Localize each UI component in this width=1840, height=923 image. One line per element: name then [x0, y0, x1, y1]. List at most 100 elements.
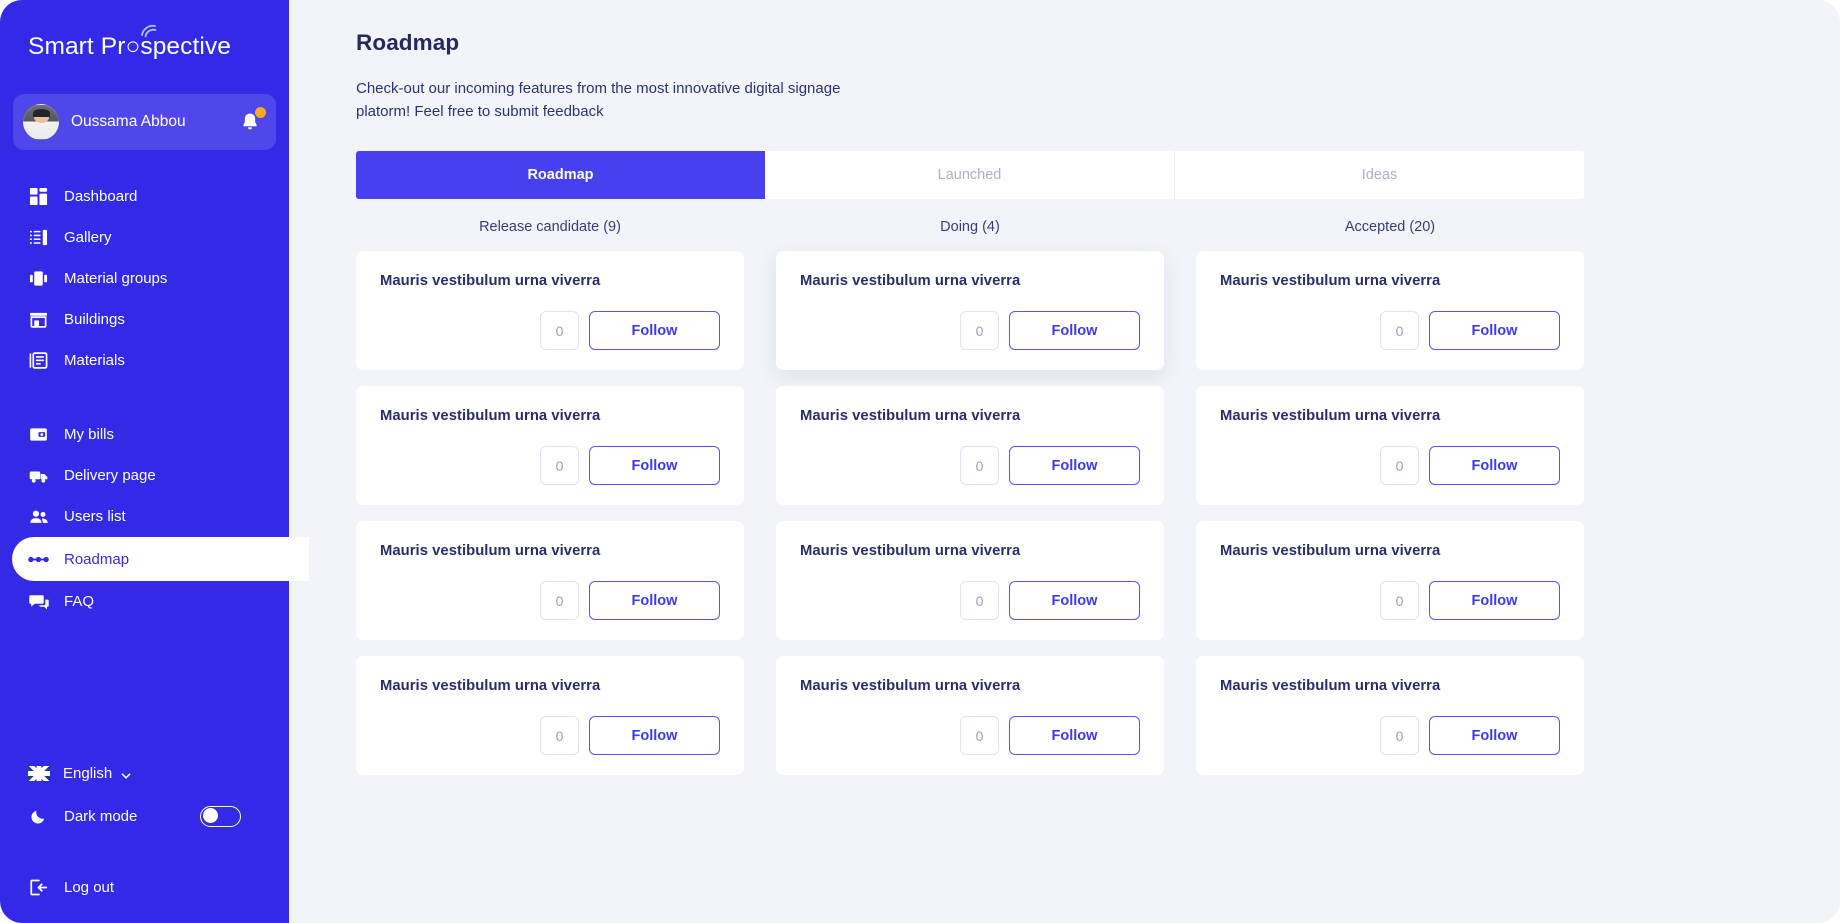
- uk-flag-icon: [28, 765, 50, 781]
- sidebar-item-buildings[interactable]: Buildings: [0, 299, 289, 340]
- roadmap-card[interactable]: Mauris vestibulum urna viverra 0 Follow: [356, 386, 744, 505]
- roadmap-card[interactable]: Mauris vestibulum urna viverra 0 Follow: [1196, 251, 1584, 370]
- main-content: Roadmap Check-out our incoming features …: [289, 0, 1840, 923]
- language-label: English: [63, 764, 113, 782]
- sidebar-item-label: Material groups: [64, 270, 168, 287]
- roadmap-card[interactable]: Mauris vestibulum urna viverra 0 Follow: [776, 656, 1164, 775]
- moon-icon: [28, 806, 49, 827]
- vote-count[interactable]: 0: [1380, 581, 1419, 620]
- sidebar-item-label: Dashboard: [64, 188, 138, 205]
- vote-count[interactable]: 0: [540, 311, 579, 350]
- avatar: [23, 104, 59, 140]
- user-profile-card[interactable]: Oussama Abbou: [13, 94, 276, 150]
- logout-icon: [28, 877, 49, 898]
- vote-count[interactable]: 0: [540, 446, 579, 485]
- follow-button[interactable]: Follow: [589, 716, 720, 755]
- card-title: Mauris vestibulum urna viverra: [380, 543, 601, 559]
- vote-count[interactable]: 0: [1380, 311, 1419, 350]
- roadmap-card[interactable]: Mauris vestibulum urna viverra 0 Follow: [1196, 656, 1584, 775]
- gallery-icon: [28, 227, 49, 248]
- follow-button[interactable]: Follow: [1009, 581, 1140, 620]
- vote-count[interactable]: 0: [540, 581, 579, 620]
- roadmap-card[interactable]: Mauris vestibulum urna viverra 0 Follow: [356, 251, 744, 370]
- card-actions: 0 Follow: [960, 716, 1140, 755]
- app-root: Smart Pr○spective Oussama Abbou Dashboar…: [0, 0, 1840, 923]
- logout-label: Log out: [64, 878, 115, 896]
- brand-logo-text-part1: Smart Pr: [28, 33, 126, 60]
- dark-mode-label: Dark mode: [64, 807, 138, 825]
- sidebar-item-label: Roadmap: [64, 550, 130, 568]
- tab-roadmap[interactable]: Roadmap: [356, 151, 765, 199]
- brand-logo[interactable]: Smart Pr○spective: [0, 0, 289, 78]
- follow-button[interactable]: Follow: [589, 581, 720, 620]
- tab-ideas[interactable]: Ideas: [1175, 151, 1584, 199]
- vote-count[interactable]: 0: [960, 581, 999, 620]
- card-title: Mauris vestibulum urna viverra: [380, 408, 601, 424]
- sidebar-nav: Dashboard Gallery Material groups Buildi…: [0, 176, 309, 622]
- notification-badge: [255, 107, 266, 118]
- language-selector[interactable]: English: [0, 754, 289, 792]
- card-title: Mauris vestibulum urna viverra: [1220, 273, 1441, 289]
- vote-count[interactable]: 0: [1380, 446, 1419, 485]
- sidebar-item-label: Materials: [64, 352, 125, 369]
- card-title: Mauris vestibulum urna viverra: [1220, 678, 1441, 694]
- vote-count[interactable]: 0: [1380, 716, 1419, 755]
- column-heading: Doing (4): [940, 219, 1000, 235]
- sidebar-item-my-bills[interactable]: My bills: [0, 414, 289, 455]
- dashboard-icon: [28, 186, 49, 207]
- vote-count[interactable]: 0: [960, 716, 999, 755]
- sidebar-item-faq[interactable]: FAQ: [0, 581, 289, 622]
- card-actions: 0 Follow: [1380, 446, 1560, 485]
- follow-button[interactable]: Follow: [1429, 446, 1560, 485]
- card-actions: 0 Follow: [540, 716, 720, 755]
- vote-count[interactable]: 0: [960, 311, 999, 350]
- tab-label: Launched: [937, 167, 1002, 183]
- card-actions: 0 Follow: [540, 581, 720, 620]
- vote-count[interactable]: 0: [540, 716, 579, 755]
- sidebar-item-label: My bills: [64, 426, 115, 443]
- roadmap-card[interactable]: Mauris vestibulum urna viverra 0 Follow: [776, 251, 1164, 370]
- roadmap-card[interactable]: Mauris vestibulum urna viverra 0 Follow: [356, 656, 744, 775]
- sidebar-item-dashboard[interactable]: Dashboard: [0, 176, 289, 217]
- column-release-candidate: Release candidate (9) Mauris vestibulum …: [356, 219, 744, 791]
- card-actions: 0 Follow: [960, 581, 1140, 620]
- tab-launched[interactable]: Launched: [765, 151, 1175, 199]
- roadmap-card[interactable]: Mauris vestibulum urna viverra 0 Follow: [776, 521, 1164, 640]
- sidebar-item-delivery-page[interactable]: Delivery page: [0, 455, 289, 496]
- sidebar-item-gallery[interactable]: Gallery: [0, 217, 289, 258]
- card-actions: 0 Follow: [1380, 581, 1560, 620]
- buildings-icon: [28, 309, 49, 330]
- tab-label: Roadmap: [527, 167, 594, 183]
- vote-count[interactable]: 0: [960, 446, 999, 485]
- dark-mode-row: Dark mode: [0, 795, 289, 837]
- profile-name: Oussama Abbou: [71, 113, 186, 130]
- roadmap-card[interactable]: Mauris vestibulum urna viverra 0 Follow: [356, 521, 744, 640]
- follow-button[interactable]: Follow: [1429, 716, 1560, 755]
- logout-button[interactable]: Log out: [0, 867, 289, 907]
- follow-button[interactable]: Follow: [1429, 581, 1560, 620]
- follow-button[interactable]: Follow: [1009, 716, 1140, 755]
- follow-button[interactable]: Follow: [1009, 446, 1140, 485]
- faq-chat-icon: [28, 591, 49, 612]
- card-actions: 0 Follow: [960, 311, 1140, 350]
- follow-button[interactable]: Follow: [1009, 311, 1140, 350]
- sidebar-item-materials[interactable]: Materials: [0, 340, 289, 381]
- sidebar-item-roadmap[interactable]: Roadmap: [12, 537, 309, 581]
- notification-button[interactable]: [238, 107, 266, 134]
- card-title: Mauris vestibulum urna viverra: [380, 273, 601, 289]
- card-title: Mauris vestibulum urna viverra: [380, 678, 601, 694]
- follow-button[interactable]: Follow: [1429, 311, 1560, 350]
- card-actions: 0 Follow: [960, 446, 1140, 485]
- sidebar-divider-gap: [0, 381, 289, 414]
- sidebar-item-material-groups[interactable]: Material groups: [0, 258, 289, 299]
- roadmap-card[interactable]: Mauris vestibulum urna viverra 0 Follow: [1196, 521, 1584, 640]
- roadmap-card[interactable]: Mauris vestibulum urna viverra 0 Follow: [1196, 386, 1584, 505]
- roadmap-card[interactable]: Mauris vestibulum urna viverra 0 Follow: [776, 386, 1164, 505]
- follow-button[interactable]: Follow: [589, 311, 720, 350]
- column-accepted: Accepted (20) Mauris vestibulum urna viv…: [1196, 219, 1584, 791]
- follow-button[interactable]: Follow: [589, 446, 720, 485]
- sidebar-item-users-list[interactable]: Users list: [0, 496, 289, 537]
- dark-mode-toggle[interactable]: [200, 805, 241, 827]
- card-title: Mauris vestibulum urna viverra: [1220, 408, 1441, 424]
- delivery-truck-icon: [28, 465, 49, 486]
